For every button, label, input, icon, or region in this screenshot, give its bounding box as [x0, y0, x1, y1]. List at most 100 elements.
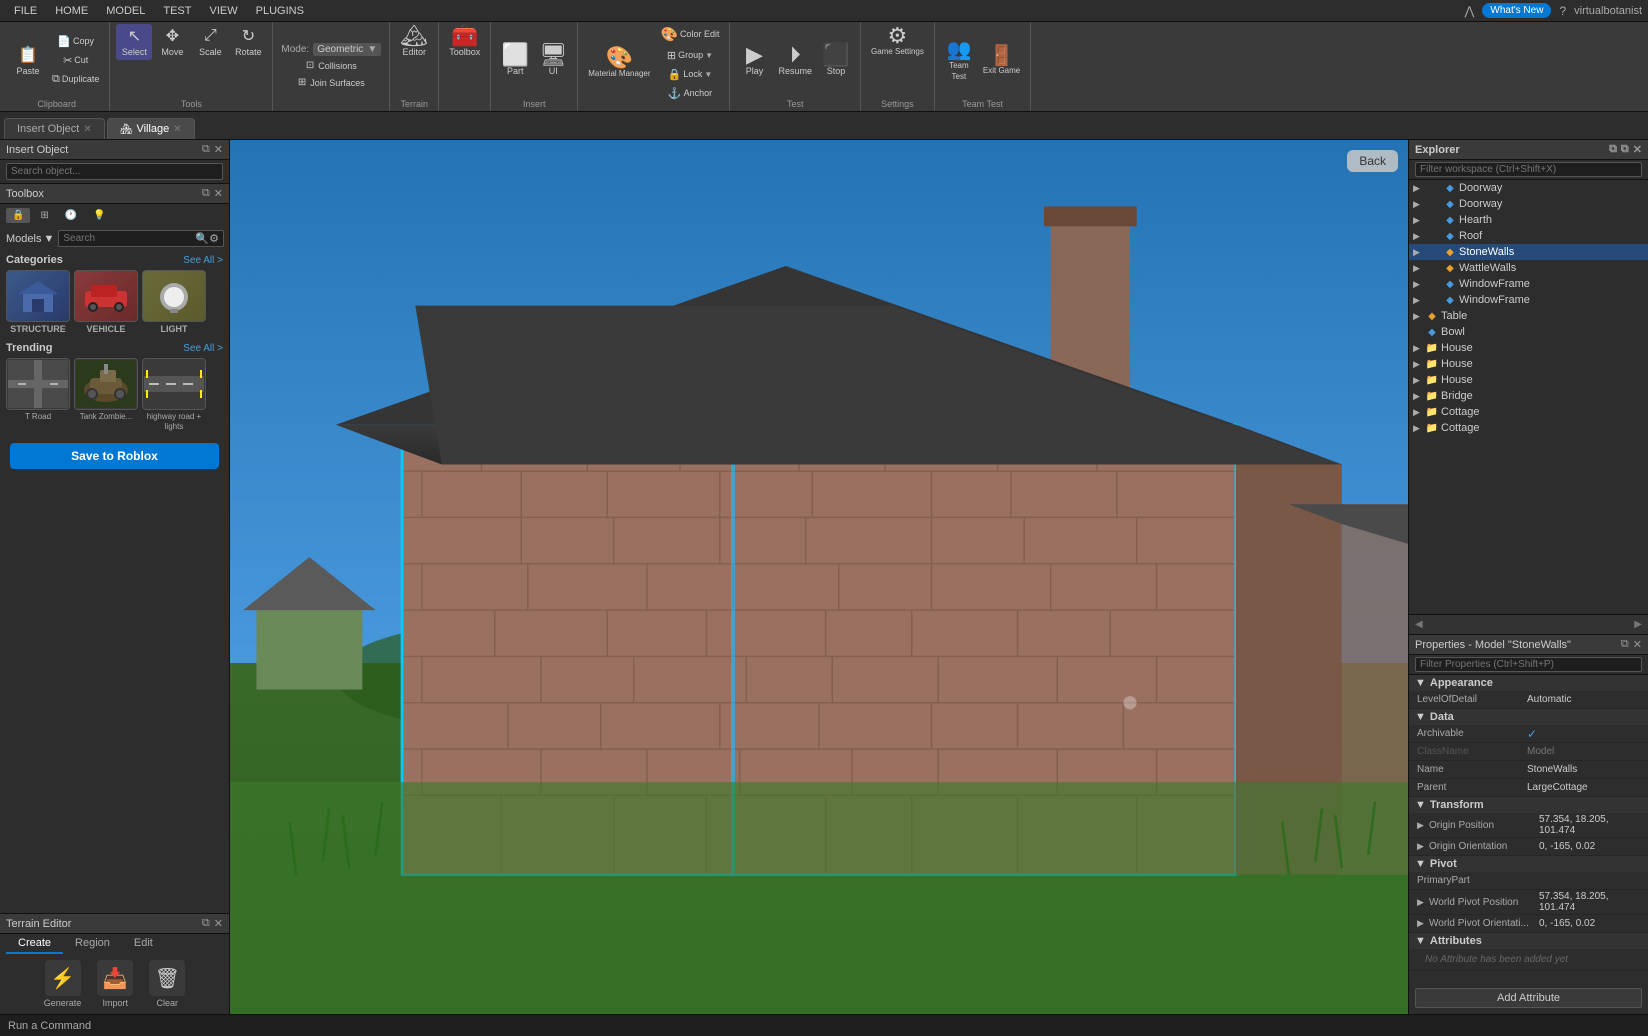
appearance-section-header[interactable]: ▼ Appearance [1409, 675, 1648, 691]
insert-object-search-input[interactable] [6, 163, 223, 180]
models-dropdown[interactable]: Models ▼ [6, 233, 54, 245]
menu-item-file[interactable]: FILE [6, 3, 45, 19]
terrain-import-tool[interactable]: 📥 Import [97, 960, 133, 1008]
trending-see-all[interactable]: See All > [183, 343, 223, 354]
terrain-tab-region[interactable]: Region [63, 934, 122, 954]
color-edit-button[interactable]: 🎨 Color Edit [657, 24, 724, 45]
explorer-float[interactable]: ⧉ [1621, 143, 1629, 156]
tab-insert-object-close[interactable]: ✕ [83, 124, 91, 135]
whats-new-button[interactable]: What's New [1482, 3, 1551, 18]
world-pivot-orient-expand[interactable]: ▶ [1417, 918, 1429, 929]
copy-button[interactable]: 📄 Copy [48, 33, 103, 50]
tree-item-hearth[interactable]: ▶ ◆ Hearth [1409, 212, 1648, 228]
toolbox-tab-lock[interactable]: 🔒 [6, 208, 30, 223]
select-button[interactable]: ↖ Select [116, 24, 152, 60]
save-to-roblox-button[interactable]: Save to Roblox [10, 443, 219, 469]
tree-item-doorway-1[interactable]: ▶ ◆ Doorway [1409, 180, 1648, 196]
anchor-button[interactable]: ⚓ Anchor [657, 85, 724, 102]
tree-item-bowl[interactable]: ▶ ◆ Bowl [1409, 324, 1648, 340]
search-icon[interactable]: 🔍 [195, 232, 209, 245]
back-button[interactable]: Back [1347, 150, 1398, 172]
tree-item-roof[interactable]: ▶ ◆ Roof [1409, 228, 1648, 244]
menu-item-view[interactable]: VIEW [201, 3, 245, 19]
paste-button[interactable]: 📋 Paste [10, 43, 46, 79]
terrain-clear-tool[interactable]: 🗑 Clear [149, 960, 185, 1008]
join-surfaces-button[interactable]: ⊞ Join Surfaces [281, 75, 381, 90]
material-manager-button[interactable]: 🎨 Material Manager [584, 46, 654, 81]
tree-item-windowframe-1[interactable]: ▶ ◆ WindowFrame [1409, 276, 1648, 292]
mode-select[interactable]: Geometric ▼ [313, 43, 381, 56]
properties-close[interactable]: ✕ [1633, 638, 1642, 651]
explorer-close[interactable]: ✕ [1633, 143, 1642, 156]
group-button[interactable]: ⊞ Group ▼ [657, 47, 724, 64]
tab-village-close[interactable]: ✕ [173, 124, 181, 135]
toolbox-tab-grid[interactable]: ⊞ [34, 208, 54, 223]
help-icon[interactable]: ? [1559, 4, 1566, 18]
terrain-float[interactable]: ⧉ [202, 917, 210, 930]
resume-button[interactable]: ⏵ Resume [774, 43, 816, 79]
team-test-button[interactable]: 👥 Team Test [941, 38, 977, 84]
run-command-text[interactable]: Run a Command [8, 1020, 91, 1032]
tree-nav-right[interactable]: ▶ [1632, 617, 1644, 632]
trending-tank-zombie[interactable]: Tank Zombie... [74, 358, 138, 431]
insert-object-float[interactable]: ⧉ [202, 143, 210, 156]
tab-village[interactable]: 🏘 Village ✕ [107, 118, 195, 139]
part-button[interactable]: ⬜ Part [497, 43, 533, 79]
rotate-button[interactable]: ↻ Rotate [230, 24, 266, 60]
ui-button[interactable]: 🖥 UI [535, 43, 571, 79]
cut-button[interactable]: ✂ Cut [48, 52, 103, 69]
collisions-button[interactable]: ⊡ Collisions [281, 58, 381, 73]
trending-t-road[interactable]: T Road [6, 358, 70, 431]
category-vehicle[interactable]: VEHICLE [74, 270, 138, 334]
explorer-fullscreen[interactable]: ⧉ [1609, 143, 1617, 156]
terrain-tab-create[interactable]: Create [6, 934, 63, 954]
category-structure[interactable]: STRUCTURE [6, 270, 70, 334]
menu-item-model[interactable]: MODEL [98, 3, 153, 19]
trending-highway-road[interactable]: highway road + lights [142, 358, 206, 431]
toolbox-close[interactable]: ✕ [214, 187, 223, 200]
terrain-close[interactable]: ✕ [214, 917, 223, 930]
exit-game-button[interactable]: 🚪 Exit Game [979, 43, 1024, 78]
add-attribute-button[interactable]: Add Attribute [1415, 988, 1642, 1008]
properties-filter-input[interactable] [1415, 657, 1642, 672]
tab-insert-object[interactable]: Insert Object ✕ [4, 118, 105, 139]
menu-item-plugins[interactable]: PLUGINS [248, 3, 312, 19]
tree-item-stonewalls[interactable]: ▶ ◆ StoneWalls [1409, 244, 1648, 260]
tree-item-cottage-1[interactable]: ▶ 📁 Cottage [1409, 404, 1648, 420]
tree-item-doorway-2[interactable]: ▶ ◆ Doorway [1409, 196, 1648, 212]
tree-item-house-1[interactable]: ▶ 📁 House [1409, 340, 1648, 356]
tree-item-cottage-2[interactable]: ▶ 📁 Cottage [1409, 420, 1648, 436]
menu-item-test[interactable]: TEST [155, 3, 199, 19]
menu-item-home[interactable]: HOME [47, 3, 96, 19]
lock-button[interactable]: 🔒 Lock ▼ [657, 66, 724, 83]
tree-item-windowframe-2[interactable]: ▶ ◆ WindowFrame [1409, 292, 1648, 308]
transform-section-header[interactable]: ▼ Transform [1409, 797, 1648, 813]
game-settings-button[interactable]: ⚙ Game Settings [867, 24, 928, 59]
terrain-editor-button[interactable]: 🏔 Editor [396, 24, 432, 60]
origin-position-expand[interactable]: ▶ [1417, 820, 1429, 831]
terrain-tab-edit[interactable]: Edit [122, 934, 165, 954]
viewport[interactable]: Back [230, 140, 1408, 1014]
categories-see-all[interactable]: See All > [183, 255, 223, 266]
terrain-generate-tool[interactable]: ⚡ Generate [44, 960, 82, 1008]
toolbox-tab-clock[interactable]: 🕐 [59, 208, 83, 223]
models-search-input[interactable] [63, 233, 195, 244]
tree-item-house-3[interactable]: ▶ 📁 House [1409, 372, 1648, 388]
toolbox-button[interactable]: 🧰 Toolbox [445, 24, 484, 60]
tree-item-table[interactable]: ▶ ◆ Table [1409, 308, 1648, 324]
attributes-section-header[interactable]: ▼ Attributes [1409, 933, 1648, 949]
category-light[interactable]: LIGHT [142, 270, 206, 334]
duplicate-button[interactable]: ⧉ Duplicate [48, 71, 103, 88]
insert-object-close[interactable]: ✕ [214, 143, 223, 156]
pivot-section-header[interactable]: ▼ Pivot [1409, 856, 1648, 872]
filter-icon[interactable]: ⚙ [209, 232, 219, 245]
tree-item-bridge[interactable]: ▶ 📁 Bridge [1409, 388, 1648, 404]
toolbox-float[interactable]: ⧉ [202, 187, 210, 200]
scale-button[interactable]: ⤢ Scale [192, 24, 228, 60]
play-button[interactable]: ▶ Play [736, 43, 772, 79]
properties-float[interactable]: ⧉ [1621, 638, 1629, 651]
move-button[interactable]: ✥ Move [154, 24, 190, 60]
explorer-filter-input[interactable] [1415, 162, 1642, 177]
origin-orientation-expand[interactable]: ▶ [1417, 841, 1429, 852]
stop-button[interactable]: ⬛ Stop [818, 43, 854, 79]
